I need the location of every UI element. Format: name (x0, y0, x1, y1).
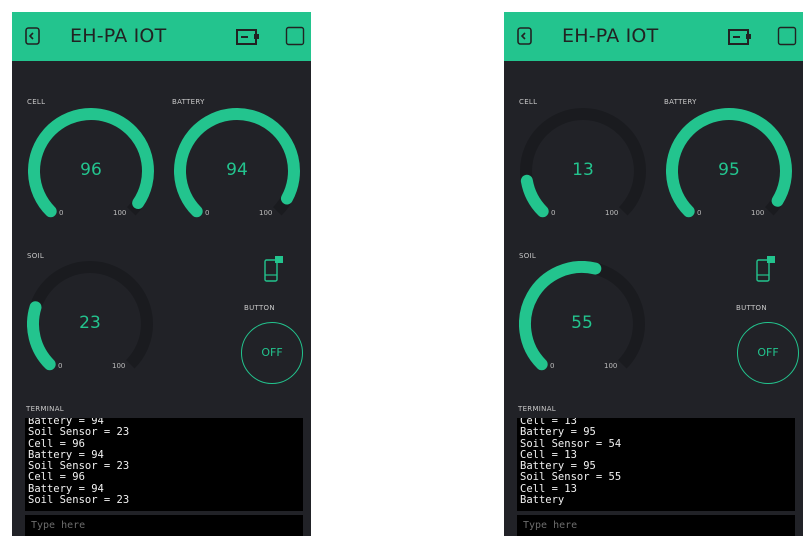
cell-value: 96 (80, 160, 102, 180)
terminal-output: Cell = 13 Battery = 95 Soil Sensor = 54 … (517, 418, 795, 511)
gauge-min-label: 0 (59, 209, 64, 217)
phone-screen-right: EH-PA IOT CELL BATTERY 13 0 100 95 0 100… (504, 12, 803, 536)
terminal-label: TERMINAL (26, 405, 64, 413)
cell-label: CELL (27, 98, 46, 106)
battery-label: BATTERY (664, 98, 697, 106)
device-notification-icon[interactable] (264, 255, 284, 287)
terminal-lines: Battery = 94 Soil Sensor = 23 Cell = 96 … (28, 418, 130, 507)
gauge-max-label: 100 (112, 362, 126, 370)
gauge-max-label: 100 (113, 209, 127, 217)
cell-gauge: 13 0 100 (520, 108, 660, 218)
app-title: EH-PA IOT (562, 25, 659, 47)
battery-gauge: 94 0 100 (174, 108, 311, 218)
phone-screen-left: EH-PA IOT CELL BATTERY 96 0 100 94 0 100… (12, 12, 311, 536)
power-button[interactable]: OFF (241, 322, 303, 384)
device-board-icon[interactable] (236, 28, 260, 50)
soil-value: 55 (571, 313, 593, 333)
terminal-label: TERMINAL (518, 405, 556, 413)
soil-gauge: 23 0 100 (27, 261, 167, 371)
battery-value: 95 (718, 160, 740, 180)
gauge-min-label: 0 (550, 362, 555, 370)
back-icon[interactable] (516, 26, 534, 50)
soil-label: SOIL (27, 252, 45, 260)
terminal-output: Battery = 94 Soil Sensor = 23 Cell = 96 … (25, 418, 303, 511)
gauge-min-label: 0 (697, 209, 702, 217)
stop-icon[interactable] (285, 26, 305, 50)
gauge-min-label: 0 (205, 209, 210, 217)
battery-label: BATTERY (172, 98, 205, 106)
gauge-max-label: 100 (605, 209, 619, 217)
gauge-max-label: 100 (259, 209, 273, 217)
back-icon[interactable] (24, 26, 42, 50)
soil-gauge: 55 0 100 (519, 261, 659, 371)
cell-value: 13 (572, 160, 594, 180)
battery-gauge: 95 0 100 (666, 108, 803, 218)
terminal-input[interactable]: Type here (517, 515, 795, 536)
gauge-min-label: 0 (551, 209, 556, 217)
battery-value: 94 (226, 160, 248, 180)
power-button[interactable]: OFF (737, 322, 799, 384)
app-title: EH-PA IOT (70, 25, 167, 47)
terminal-lines: Cell = 13 Battery = 95 Soil Sensor = 54 … (520, 418, 622, 507)
terminal-input[interactable]: Type here (25, 515, 303, 536)
device-notification-icon[interactable] (756, 255, 776, 287)
soil-label: SOIL (519, 252, 537, 260)
cell-gauge: 96 0 100 (28, 108, 168, 218)
cell-label: CELL (519, 98, 538, 106)
gauge-max-label: 100 (604, 362, 618, 370)
gauge-max-label: 100 (751, 209, 765, 217)
app-header: EH-PA IOT (504, 12, 803, 61)
stop-icon[interactable] (777, 26, 797, 50)
button-label: BUTTON (736, 304, 767, 312)
device-board-icon[interactable] (728, 28, 752, 50)
app-header: EH-PA IOT (12, 12, 311, 61)
gauge-fill (520, 174, 549, 218)
button-label: BUTTON (244, 304, 275, 312)
soil-value: 23 (79, 313, 101, 333)
gauge-min-label: 0 (58, 362, 63, 370)
